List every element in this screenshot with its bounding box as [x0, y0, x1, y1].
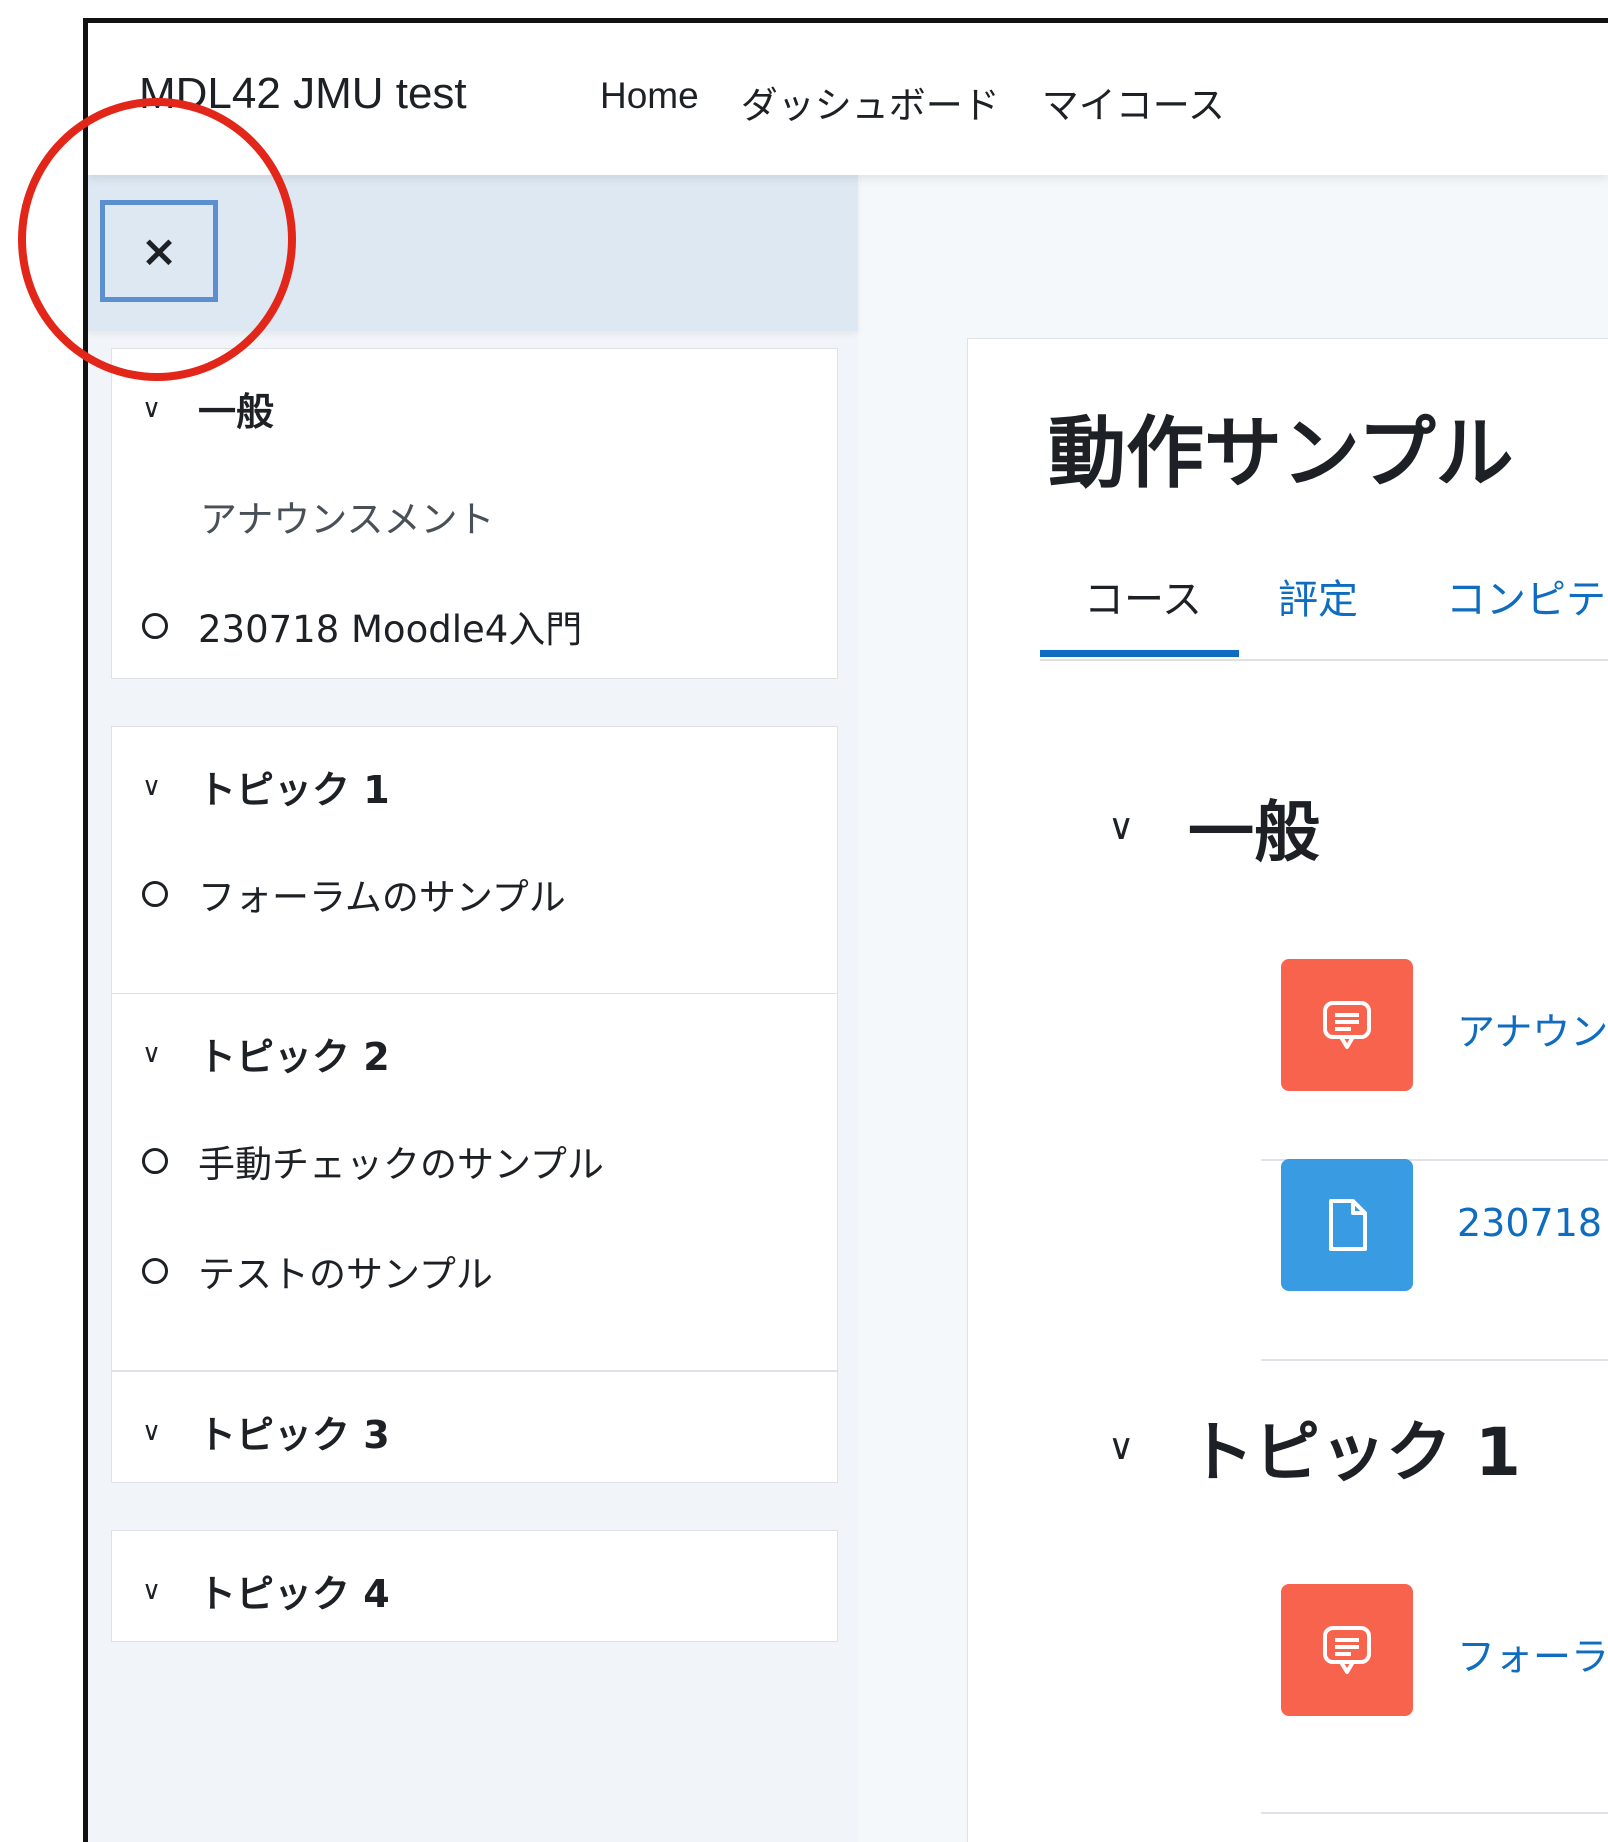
index-section-title: トピック 4 — [198, 1572, 390, 1616]
index-section-title: トピック 1 — [198, 768, 390, 812]
chevron-down-icon[interactable]: ∨ — [1108, 807, 1188, 848]
index-section-topic-1: ∨ トピック 1 フォーラムのサンプル — [111, 726, 838, 994]
index-item-manual-check-sample[interactable]: 手動チェックのサンプル — [142, 1134, 604, 1188]
index-item-label: 手動チェックのサンプル — [198, 1143, 604, 1186]
activity-link[interactable]: 230718 M — [1457, 1201, 1608, 1245]
tab-course[interactable]: コース — [1084, 567, 1202, 625]
activity-moodle4-intro: 230718 M — [1261, 1159, 1608, 1361]
close-icon: × — [140, 225, 178, 277]
course-index-drawer: × ∨ 一般 アナウンスメント 230718 Moodle4入門 ∨ トピック … — [88, 175, 858, 1842]
activity-link[interactable]: アナウン — [1457, 1001, 1608, 1056]
index-item-label: 230718 Moodle4入門 — [198, 608, 583, 651]
activity-link[interactable]: フォーラ — [1457, 1626, 1608, 1681]
index-section-title: 一般 — [198, 390, 275, 434]
page-title: 動作サンプル — [1048, 409, 1514, 499]
forum-icon — [1281, 1584, 1413, 1716]
index-item-quiz-sample[interactable]: テストのサンプル — [142, 1244, 493, 1298]
chevron-down-icon[interactable]: ∨ — [1108, 1427, 1188, 1468]
section-title: トピック 1 — [1188, 1414, 1521, 1491]
index-item-label: テストのサンプル — [198, 1253, 493, 1296]
index-section-topic-3: ∨ トピック 3 — [111, 1371, 838, 1483]
index-item-moodle4-intro[interactable]: 230718 Moodle4入門 — [142, 599, 582, 653]
chevron-down-icon[interactable]: ∨ — [142, 1039, 198, 1069]
site-brand[interactable]: MDL42 JMU test — [139, 69, 467, 119]
section-header-topic-1: ∨ トピック 1 — [1108, 1399, 1521, 1495]
index-section-header[interactable]: ∨ トピック 2 — [142, 1026, 390, 1081]
index-item-label: アナウンスメント — [200, 498, 495, 541]
browser-frame: MDL42 JMU test Home ダッシュボード マイコース × ∨ 一般… — [83, 18, 1608, 1842]
index-section-general: ∨ 一般 アナウンスメント 230718 Moodle4入門 — [111, 348, 838, 679]
active-tab-indicator — [1040, 650, 1239, 657]
index-section-header[interactable]: ∨ トピック 4 — [142, 1563, 390, 1618]
nav-my-courses[interactable]: マイコース — [1042, 75, 1225, 129]
forum-icon — [1281, 959, 1413, 1091]
top-navbar: MDL42 JMU test Home ダッシュボード マイコース — [88, 23, 1608, 175]
course-content: 動作サンプル コース 評定 コンピテ ∨ 一般 アナウン 230718 ∨ トピ… — [967, 338, 1608, 1842]
tab-grades[interactable]: 評定 — [1278, 567, 1358, 625]
nav-home[interactable]: Home — [600, 75, 699, 129]
completion-circle-icon — [142, 1258, 168, 1284]
activity-forum-sample: フォーラ — [1261, 1584, 1608, 1814]
tab-competencies[interactable]: コンピテ — [1446, 567, 1606, 625]
section-header-general: ∨ 一般 — [1108, 779, 1320, 875]
chevron-down-icon[interactable]: ∨ — [142, 1576, 198, 1606]
secondary-navigation: コース 評定 コンピテ — [1040, 567, 1608, 661]
file-icon — [1281, 1159, 1413, 1291]
primary-navigation: Home ダッシュボード マイコース — [600, 75, 1225, 129]
index-item-announcements[interactable]: アナウンスメント — [200, 489, 495, 543]
chevron-down-icon[interactable]: ∨ — [142, 394, 198, 424]
chevron-down-icon[interactable]: ∨ — [142, 1417, 198, 1447]
close-drawer-button[interactable]: × — [100, 200, 218, 302]
index-section-header[interactable]: ∨ トピック 1 — [142, 759, 390, 814]
drawer-header: × — [88, 175, 858, 331]
chevron-down-icon[interactable]: ∨ — [142, 772, 198, 802]
completion-circle-icon — [142, 881, 168, 907]
index-section-topic-2: ∨ トピック 2 手動チェックのサンプル テストのサンプル — [111, 993, 838, 1371]
index-item-forum-sample[interactable]: フォーラムのサンプル — [142, 867, 566, 921]
index-section-title: トピック 2 — [198, 1035, 390, 1079]
index-section-header[interactable]: ∨ 一般 — [142, 381, 274, 436]
index-item-label: フォーラムのサンプル — [198, 876, 566, 919]
activity-announcements: アナウン — [1261, 959, 1608, 1161]
section-title: 一般 — [1188, 794, 1320, 871]
completion-circle-icon — [142, 613, 168, 639]
completion-circle-icon — [142, 1148, 168, 1174]
nav-dashboard[interactable]: ダッシュボード — [741, 75, 1000, 129]
index-section-header[interactable]: ∨ トピック 3 — [142, 1404, 390, 1459]
index-section-title: トピック 3 — [198, 1413, 390, 1457]
index-section-topic-4: ∨ トピック 4 — [111, 1530, 838, 1642]
